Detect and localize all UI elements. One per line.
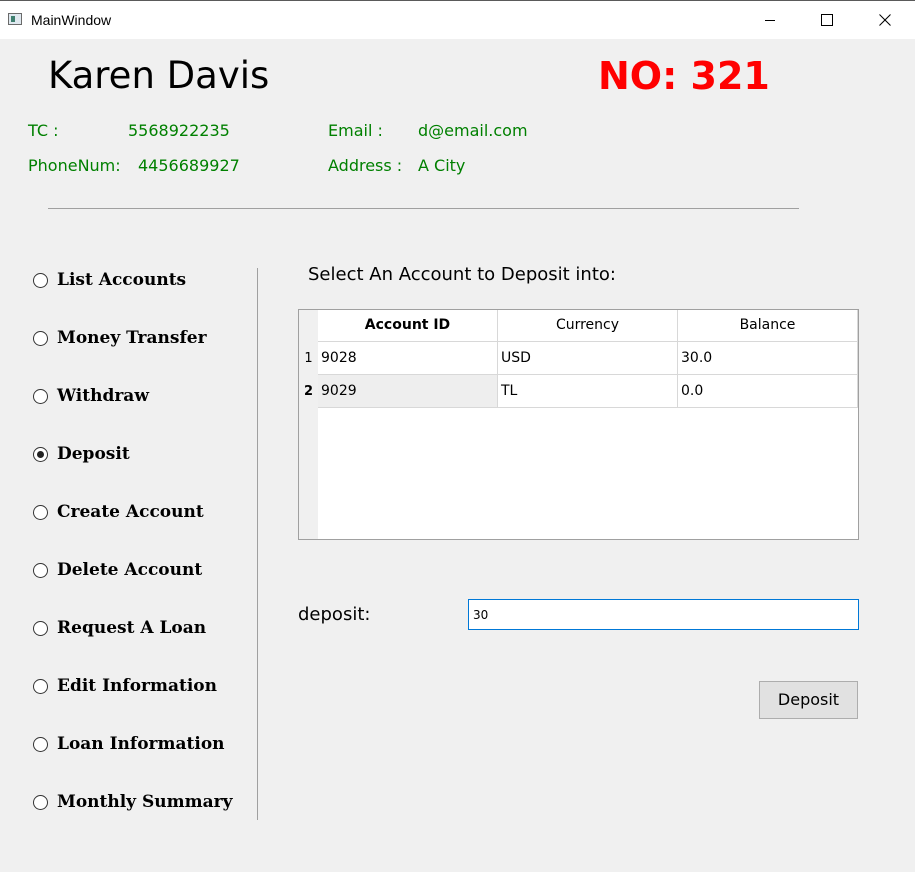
deposit-amount-input[interactable] [468,599,859,630]
column-header-currency[interactable]: Currency [498,310,678,342]
table-cell-balance[interactable]: 0.0 [678,375,858,408]
email-value: d@email.com [418,121,528,140]
table-cell-currency[interactable]: USD [498,342,678,375]
radio-label: Create Account [57,502,204,522]
title-bar: MainWindow [0,0,915,39]
radio-button-indicator[interactable] [33,737,48,752]
radio-label: Withdraw [57,386,149,406]
radio-button-indicator-checked[interactable] [33,447,48,462]
row-number[interactable]: 1 [299,342,318,375]
radio-button-indicator[interactable] [33,389,48,404]
close-icon [879,14,891,26]
window-title: MainWindow [31,12,112,28]
main-window: MainWindow Karen Davis NO: 321 TC : 5568… [0,0,915,872]
phone-value: 4456689927 [138,156,240,175]
table-cell-account-id[interactable]: 9028 [318,342,498,375]
minimize-icon [765,20,775,21]
radio-label: Money Transfer [57,328,207,348]
accounts-table[interactable]: Account ID Currency Balance 1 9028 USD 3… [298,309,859,540]
header-divider [48,208,799,209]
customer-number: NO: 321 [598,54,770,98]
radio-button-indicator[interactable] [33,331,48,346]
maximize-button[interactable] [804,1,850,39]
maximize-icon [821,14,833,26]
radio-button-indicator[interactable] [33,505,48,520]
close-button[interactable] [862,1,908,39]
phone-label: PhoneNum: [28,156,121,175]
tc-value: 5568922235 [128,121,230,140]
radio-label: List Accounts [57,270,187,290]
row-number[interactable]: 2 [299,375,318,408]
section-title: Select An Account to Deposit into: [308,264,616,285]
table-cell-balance[interactable]: 30.0 [678,342,858,375]
tc-label: TC : [28,121,59,140]
radio-button-indicator[interactable] [33,273,48,288]
table-cell-currency[interactable]: TL [498,375,678,408]
customer-name: Karen Davis [48,54,270,97]
table-corner [299,310,318,342]
radio-button-indicator[interactable] [33,621,48,636]
radio-label: Edit Information [57,676,218,696]
table-cell-account-id[interactable]: 9029 [318,375,498,408]
radio-label: Request A Loan [57,618,207,638]
column-header-balance[interactable]: Balance [678,310,858,342]
radio-label: Deposit [57,444,130,464]
minimize-button[interactable] [747,1,793,39]
radio-button-indicator[interactable] [33,679,48,694]
radio-button-indicator[interactable] [33,795,48,810]
deposit-amount-label: deposit: [298,604,371,625]
menu-divider [257,268,258,820]
address-value: A City [418,156,466,175]
deposit-button[interactable]: Deposit [759,681,858,719]
radio-label: Monthly Summary [57,792,233,812]
address-label: Address : [328,156,403,175]
radio-label: Delete Account [57,560,203,580]
column-header-account-id[interactable]: Account ID [318,310,498,342]
email-label: Email : [328,121,383,140]
radio-button-indicator[interactable] [33,563,48,578]
radio-label: Loan Information [57,734,225,754]
app-icon [8,13,22,25]
